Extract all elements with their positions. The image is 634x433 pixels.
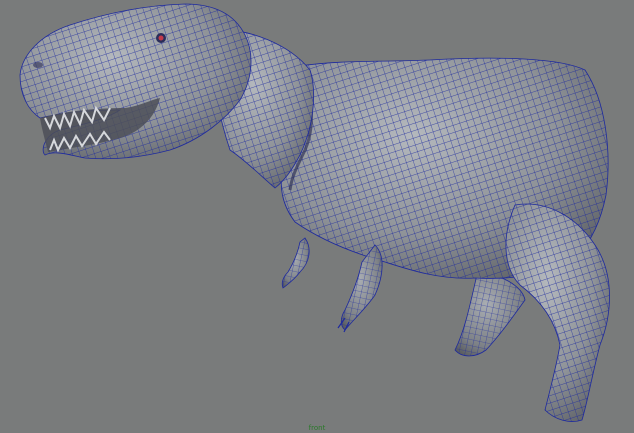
eye-icon bbox=[156, 33, 166, 43]
hind-leg-near bbox=[505, 203, 610, 422]
camera-label: front bbox=[308, 424, 326, 432]
hind-leg-far bbox=[454, 269, 526, 357]
arm-near bbox=[337, 244, 383, 333]
dinosaur-model[interactable] bbox=[0, 0, 634, 433]
arm-far bbox=[281, 237, 310, 289]
viewport-panel[interactable]: front bbox=[0, 0, 634, 433]
head bbox=[19, 3, 252, 160]
